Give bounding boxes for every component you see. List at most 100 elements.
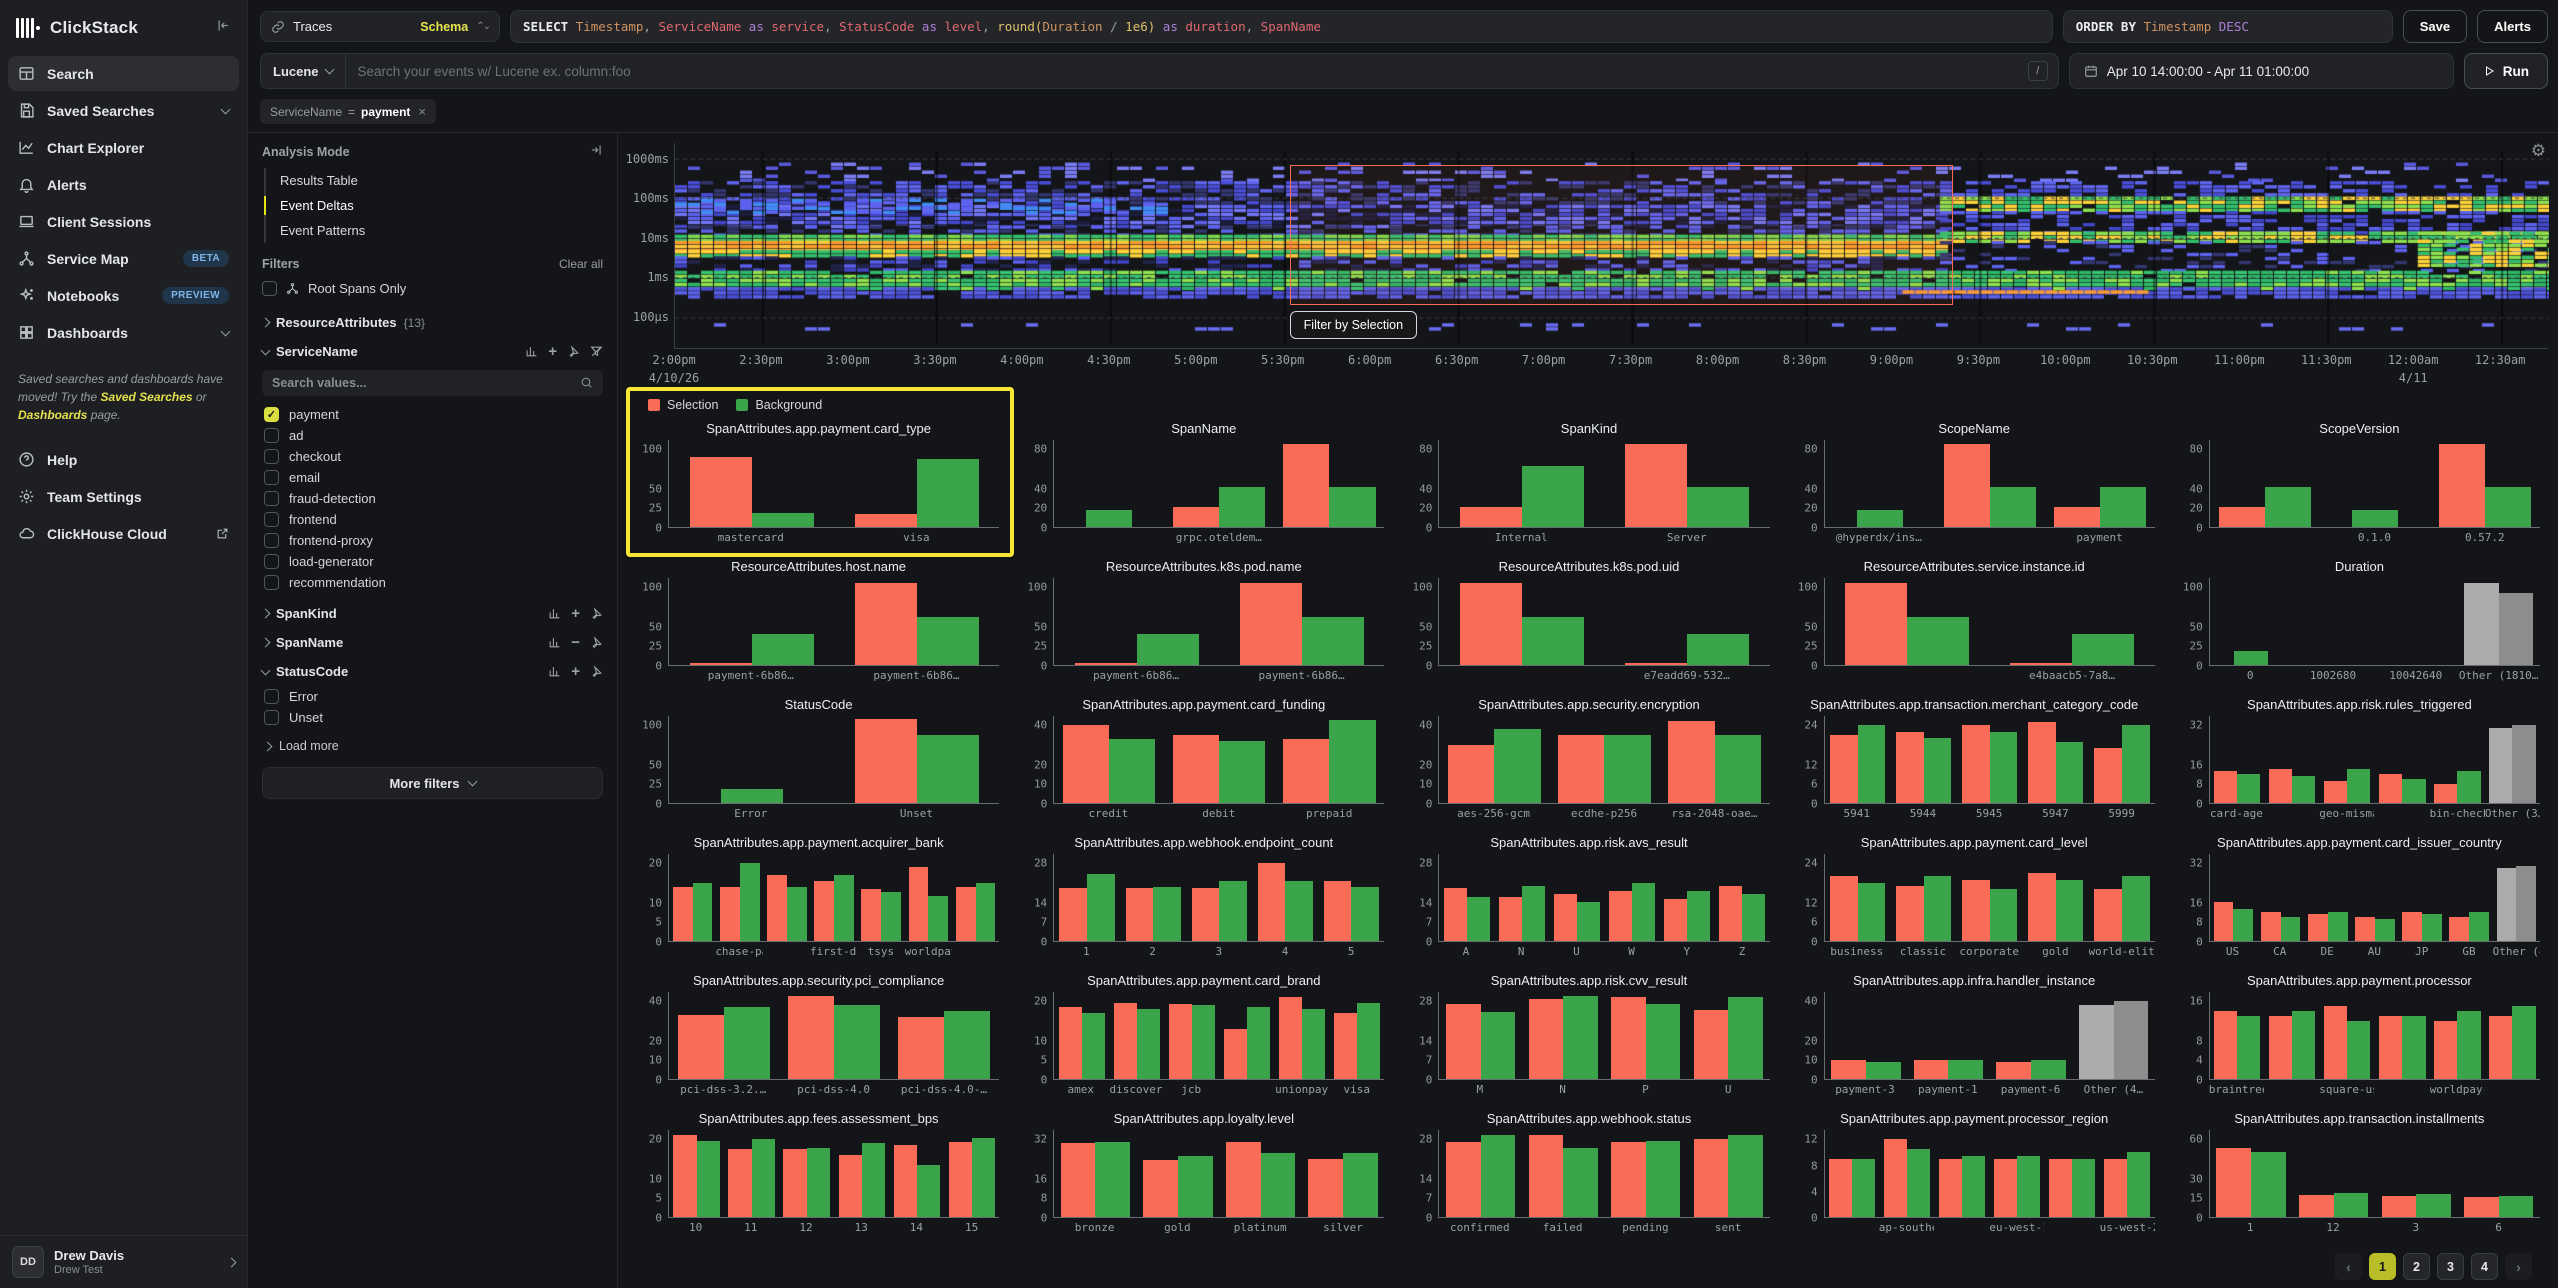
background-bar[interactable]: [2265, 487, 2311, 527]
background-bar[interactable]: [1604, 735, 1650, 803]
bar-group[interactable]: [2257, 854, 2304, 941]
clear-filter-icon[interactable]: [590, 345, 603, 358]
selection-bar[interactable]: [1668, 721, 1714, 803]
background-bar[interactable]: [1907, 617, 1969, 665]
selection-bar[interactable]: [1994, 1159, 2017, 1217]
selection-bar[interactable]: [1283, 444, 1329, 527]
bar-group[interactable]: [1054, 1130, 1137, 1217]
bar-group[interactable]: [2023, 716, 2089, 803]
bar-group[interactable]: [1439, 1130, 1522, 1217]
bar-group[interactable]: [2292, 1130, 2375, 1217]
bar-group[interactable]: [779, 992, 889, 1079]
mini-chart[interactable]: ResourceAttributes.k8s.pod.name02550100p…: [1015, 557, 1392, 693]
mini-chart[interactable]: ScopeVersion02040800.1.00.57.2: [2171, 419, 2548, 555]
bar-group[interactable]: [1891, 716, 1957, 803]
background-bar[interactable]: [1632, 883, 1655, 941]
selection-bar[interactable]: [678, 1015, 724, 1079]
sidebar-item-client-sessions[interactable]: Client Sessions: [8, 204, 239, 239]
clear-all-button[interactable]: Clear all: [559, 257, 603, 271]
background-bar[interactable]: [2512, 1006, 2535, 1079]
background-bar[interactable]: [2056, 880, 2084, 941]
background-bar[interactable]: [1990, 889, 2018, 941]
selection-bar[interactable]: [1914, 1060, 1949, 1079]
selection-bar[interactable]: [2489, 1016, 2512, 1079]
page-button-1[interactable]: 1: [2369, 1253, 2396, 1280]
background-bar[interactable]: [2499, 1196, 2534, 1217]
checkbox[interactable]: [262, 281, 277, 296]
bar-group[interactable]: [1891, 854, 1957, 941]
mini-chart[interactable]: SpanAttributes.app.payment.card_brand051…: [1015, 971, 1392, 1107]
mini-chart[interactable]: SpanAttributes.app.webhook.status071428c…: [1400, 1109, 1777, 1245]
alerts-button[interactable]: Alerts: [2477, 10, 2548, 43]
background-bar[interactable]: [1687, 634, 1749, 665]
selection-bar[interactable]: [898, 1017, 944, 1079]
background-bar[interactable]: [1137, 1009, 1160, 1079]
bar-group[interactable]: [724, 1130, 779, 1217]
background-bar[interactable]: [1192, 1005, 1215, 1079]
selection-bar[interactable]: [2402, 912, 2422, 941]
run-button[interactable]: Run: [2464, 53, 2548, 89]
sidebar-item-notebooks[interactable]: Notebooks PREVIEW: [8, 278, 239, 313]
bar-group[interactable]: [2320, 716, 2375, 803]
mini-chart[interactable]: SpanAttributes.app.risk.avs_result071428…: [1400, 833, 1777, 969]
selection-bar[interactable]: [2308, 914, 2328, 941]
bar-group[interactable]: [2210, 992, 2265, 1079]
background-bar[interactable]: [2031, 1060, 2066, 1079]
bar-group[interactable]: [1120, 854, 1186, 941]
selection-bar[interactable]: [1279, 997, 1302, 1079]
bar-group[interactable]: [2023, 854, 2089, 941]
background-bar[interactable]: [1522, 886, 1545, 941]
selection-bar[interactable]: [855, 514, 917, 527]
bar-group[interactable]: [1219, 992, 1274, 1079]
background-bar[interactable]: [1948, 1060, 1983, 1079]
chart-icon[interactable]: [548, 607, 561, 620]
bar-group[interactable]: [1990, 578, 2155, 665]
bar-group[interactable]: [2210, 440, 2320, 527]
selection-bar[interactable]: [2324, 781, 2347, 803]
background-bar[interactable]: [1907, 1149, 1930, 1217]
bar-group[interactable]: [2304, 854, 2351, 941]
selection-bar[interactable]: [1944, 444, 1990, 527]
background-bar[interactable]: [2072, 1159, 2095, 1217]
selection-bar[interactable]: [1283, 739, 1329, 803]
selection-bar[interactable]: [673, 1135, 696, 1217]
selection-bar[interactable]: [855, 583, 917, 665]
background-bar[interactable]: [2485, 487, 2531, 527]
bar-group[interactable]: [1219, 578, 1384, 665]
checkbox[interactable]: [264, 491, 279, 506]
background-bar[interactable]: [2237, 774, 2260, 803]
bar-group[interactable]: [2485, 992, 2540, 1079]
duration-heatmap[interactable]: Filter by Selection 1000ms100ms10ms1ms10…: [674, 143, 2548, 349]
pin-icon[interactable]: [567, 345, 580, 358]
mini-chart[interactable]: SpanAttributes.app.security.encryption01…: [1400, 695, 1777, 831]
bar-group[interactable]: [1715, 854, 1770, 941]
bar-group[interactable]: [1137, 1130, 1220, 1217]
chart-icon[interactable]: [525, 345, 538, 358]
background-bar[interactable]: [2334, 1193, 2369, 1217]
selection-bar[interactable]: [720, 887, 740, 941]
background-bar[interactable]: [2233, 909, 2253, 941]
selection-bar[interactable]: [1460, 507, 1522, 527]
bar-group[interactable]: [2430, 992, 2485, 1079]
background-bar[interactable]: [1990, 732, 2018, 803]
bar-group[interactable]: [2375, 992, 2430, 1079]
root-spans-filter[interactable]: Root Spans Only: [262, 281, 603, 296]
background-bar[interactable]: [1261, 1153, 1296, 1217]
background-bar[interactable]: [693, 883, 713, 941]
selection-bar[interactable]: [1830, 876, 1858, 941]
bar-group[interactable]: [2100, 1130, 2155, 1217]
selection-bar[interactable]: [956, 887, 976, 941]
bar-group[interactable]: [834, 578, 999, 665]
bar-group[interactable]: [2430, 440, 2540, 527]
background-bar[interactable]: [2056, 742, 2084, 803]
bar-group[interactable]: [889, 992, 999, 1079]
background-bar[interactable]: [1728, 1135, 1763, 1217]
mini-chart[interactable]: SpanAttributes.app.loyalty.level081632br…: [1015, 1109, 1392, 1245]
background-bar[interactable]: [917, 617, 979, 665]
background-bar[interactable]: [721, 789, 783, 803]
background-bar[interactable]: [2017, 1156, 2040, 1217]
selection-bar[interactable]: [1611, 997, 1646, 1079]
background-bar[interactable]: [1109, 739, 1155, 803]
bar-group[interactable]: [1109, 992, 1164, 1079]
bar-group[interactable]: [2320, 992, 2375, 1079]
